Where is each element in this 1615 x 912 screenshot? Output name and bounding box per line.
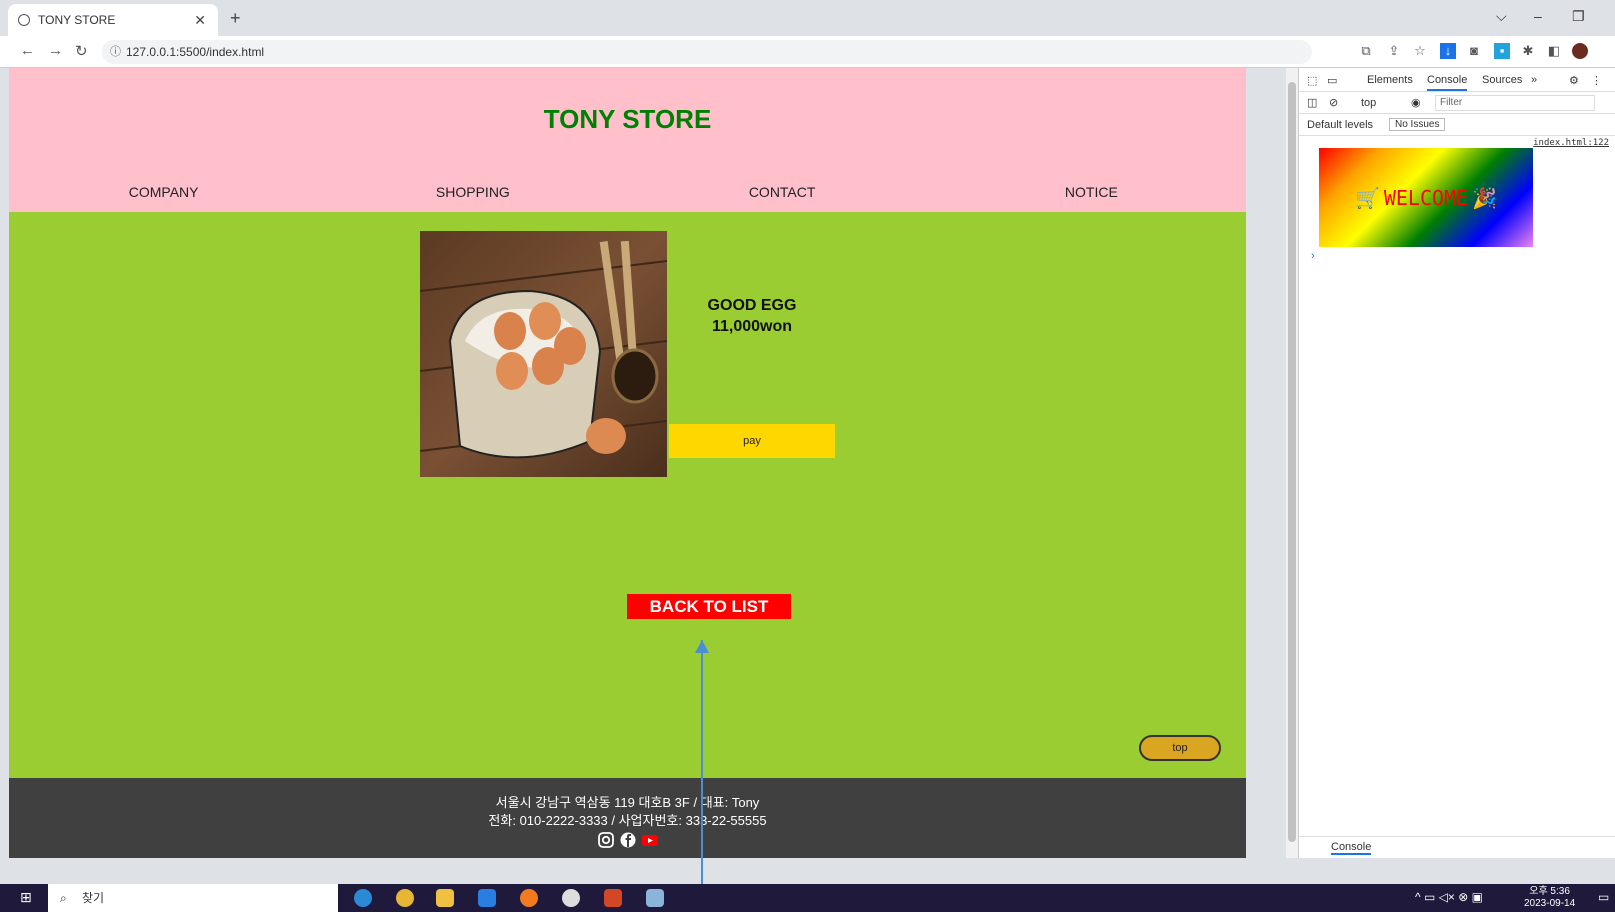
taskbar-date: 2023-09-14 bbox=[1524, 898, 1576, 909]
product-price: 11,000won bbox=[711, 318, 793, 335]
tab-search-icon[interactable]: ⌵ bbox=[1496, 8, 1507, 25]
page-scrollbar[interactable] bbox=[1286, 68, 1298, 858]
restore-icon[interactable]: ❐ bbox=[1572, 8, 1585, 25]
product-name: GOOD EGG bbox=[707, 297, 797, 314]
more-options-icon[interactable]: ⋮ bbox=[1591, 74, 1602, 87]
translate-icon[interactable]: ⧉ bbox=[1358, 43, 1374, 59]
browser-tab-bar: TONY STORE ✕ + ⌵ – ❐ bbox=[0, 0, 1615, 36]
console-levels-bar: Default levels No Issues bbox=[1299, 114, 1615, 136]
system-tray-icons[interactable]: ^ ▭ ◁× ⊗ ▣ bbox=[1415, 890, 1483, 904]
site-header: TONY STORE COMPANY SHOPPING CONTACT NOTI… bbox=[9, 68, 1246, 212]
inspect-icon[interactable]: ⬚ bbox=[1307, 74, 1317, 87]
cart-icon: 🛒 bbox=[1354, 185, 1380, 210]
paint-icon[interactable] bbox=[646, 889, 664, 907]
more-tabs-icon[interactable]: » bbox=[1531, 74, 1537, 86]
menu-item-company[interactable]: COMPANY bbox=[9, 184, 318, 200]
back-to-list-button[interactable]: BACK TO LIST bbox=[627, 594, 791, 619]
console-welcome-image: 🛒 WELCOME 🎉 bbox=[1319, 148, 1533, 247]
site-title: TONY STORE bbox=[543, 104, 712, 134]
profile-avatar[interactable] bbox=[1572, 43, 1588, 59]
minimize-icon[interactable]: – bbox=[1534, 8, 1542, 24]
taskbar-clock[interactable]: 오후 5:36 2023-09-14 bbox=[1524, 886, 1575, 910]
info-icon[interactable]: ⓘ bbox=[110, 40, 121, 64]
github-icon[interactable] bbox=[562, 889, 580, 907]
camera-extension-icon[interactable]: ◙ bbox=[1466, 43, 1482, 59]
reload-icon[interactable]: ↻ bbox=[75, 42, 88, 60]
file-explorer-icon[interactable] bbox=[436, 889, 454, 907]
devtools-drawer: Console bbox=[1299, 836, 1615, 858]
sidebar-toggle-icon[interactable]: ◫ bbox=[1307, 96, 1317, 109]
console-filter-input[interactable]: Filter bbox=[1435, 95, 1595, 111]
footer-contact: 전화: 010-2222-3333 / 사업자번호: 333-22-55555 bbox=[488, 813, 767, 828]
instagram-icon[interactable] bbox=[597, 832, 615, 848]
scrollbar-thumb[interactable] bbox=[1288, 82, 1296, 842]
windows-start-icon[interactable]: ⊞ bbox=[20, 889, 32, 906]
menu-item-notice[interactable]: NOTICE bbox=[937, 184, 1246, 200]
download-extension-icon[interactable]: ↓ bbox=[1440, 43, 1456, 59]
taskbar-search[interactable]: ⌕ 찾기 bbox=[48, 884, 338, 912]
eye-icon[interactable]: ◉ bbox=[1411, 96, 1421, 109]
browser-tab[interactable]: TONY STORE ✕ bbox=[8, 4, 218, 36]
edge-icon[interactable] bbox=[354, 889, 372, 907]
youtube-icon[interactable] bbox=[641, 832, 659, 848]
annotation-arrow-line bbox=[701, 640, 703, 912]
bookmark-star-icon[interactable]: ☆ bbox=[1412, 43, 1428, 59]
tab-sources[interactable]: Sources bbox=[1482, 74, 1522, 86]
settings-gear-icon[interactable]: ⚙ bbox=[1569, 74, 1579, 87]
main-menu: COMPANY SHOPPING CONTACT NOTICE bbox=[9, 184, 1246, 200]
drawer-tab-console[interactable]: Console bbox=[1331, 841, 1372, 855]
web-page: TONY STORE COMPANY SHOPPING CONTACT NOTI… bbox=[9, 68, 1246, 858]
address-toolbar: ← → ↻ ⓘ 127.0.0.1:5500/index.html ⧉ ⇪ ☆ … bbox=[0, 36, 1615, 68]
new-tab-icon[interactable]: + bbox=[230, 8, 241, 29]
welcome-text: WELCOME bbox=[1383, 185, 1469, 210]
extension-icon[interactable]: ▪ bbox=[1494, 43, 1510, 59]
console-prompt[interactable]: › bbox=[1311, 250, 1315, 262]
annotation-arrow-head bbox=[695, 640, 709, 653]
tab-title: TONY STORE bbox=[38, 13, 116, 27]
side-panel-icon[interactable]: ◧ bbox=[1546, 43, 1562, 59]
search-icon: ⌕ bbox=[60, 891, 67, 905]
vscode-icon[interactable] bbox=[478, 889, 496, 907]
powerpoint-icon[interactable] bbox=[604, 889, 622, 907]
forward-arrow-icon[interactable]: → bbox=[48, 42, 63, 59]
windows-taskbar: ⊞ ⌕ 찾기 ^ ▭ ◁× ⊗ ▣ 오후 5:36 2023-09-14 ▭ bbox=[0, 884, 1615, 912]
footer-address: 서울시 강남구 역삼동 119 대호B 3F / 대표: Tony bbox=[495, 795, 760, 810]
menu-item-shopping[interactable]: SHOPPING bbox=[318, 184, 627, 200]
tab-console[interactable]: Console bbox=[1427, 74, 1468, 91]
firefox-icon[interactable] bbox=[520, 889, 538, 907]
taskbar-search-label: 찾기 bbox=[82, 891, 105, 905]
social-links bbox=[9, 832, 1246, 848]
console-toolbar: ◫ ⊘ top ◉ Filter bbox=[1299, 92, 1615, 114]
url-text: 127.0.0.1:5500/index.html bbox=[126, 45, 265, 59]
pay-button[interactable]: pay bbox=[669, 424, 835, 458]
menu-item-contact[interactable]: CONTACT bbox=[628, 184, 937, 200]
notification-icon[interactable]: ▭ bbox=[1598, 890, 1609, 904]
url-field[interactable]: ⓘ 127.0.0.1:5500/index.html bbox=[102, 40, 1312, 64]
log-levels-dropdown[interactable]: Default levels bbox=[1307, 119, 1373, 131]
tab-elements[interactable]: Elements bbox=[1367, 74, 1413, 86]
back-arrow-icon[interactable]: ← bbox=[20, 42, 35, 59]
party-popper-icon: 🎉 bbox=[1472, 185, 1498, 210]
chrome-icon[interactable] bbox=[396, 889, 414, 907]
product-section: GOOD EGG 11,000won pay BACK TO LIST top bbox=[9, 212, 1246, 778]
taskbar-time: 오후 5:36 bbox=[1529, 886, 1570, 897]
clear-console-icon[interactable]: ⊘ bbox=[1329, 96, 1338, 109]
puzzle-extensions-icon[interactable]: ✱ bbox=[1520, 43, 1536, 59]
close-tab-icon[interactable]: ✕ bbox=[194, 12, 206, 29]
site-footer: 서울시 강남구 역삼동 119 대호B 3F / 대표: Tony 전화: 01… bbox=[9, 778, 1246, 858]
devtools-tab-bar: ⬚ ▭ Elements Console Sources » ⚙ ⋮ bbox=[1299, 68, 1615, 92]
product-image bbox=[420, 231, 667, 477]
share-icon[interactable]: ⇪ bbox=[1386, 43, 1402, 59]
scroll-top-button[interactable]: top bbox=[1139, 735, 1221, 761]
devtools-panel: ⬚ ▭ Elements Console Sources » ⚙ ⋮ ◫ ⊘ t… bbox=[1298, 68, 1615, 858]
issues-badge[interactable]: No Issues bbox=[1389, 118, 1446, 131]
console-source-link[interactable]: index.html:122 bbox=[1533, 138, 1609, 148]
globe-icon bbox=[18, 14, 30, 26]
facebook-icon[interactable] bbox=[619, 832, 637, 848]
device-toggle-icon[interactable]: ▭ bbox=[1327, 74, 1337, 87]
context-selector[interactable]: top bbox=[1361, 97, 1376, 109]
product-info: GOOD EGG 11,000won bbox=[669, 295, 835, 337]
